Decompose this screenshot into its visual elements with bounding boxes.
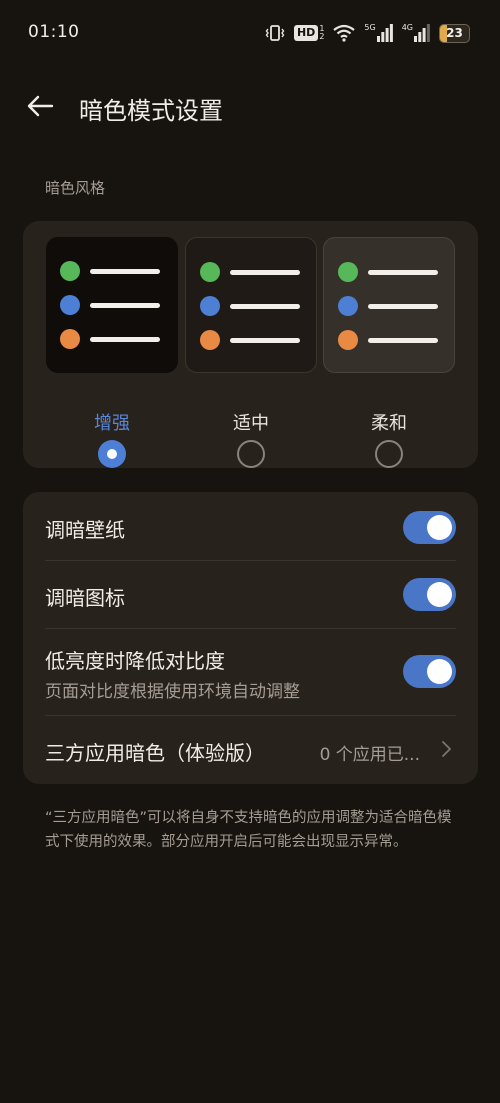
- style-option-label: 柔和: [371, 413, 407, 434]
- preview-dot: [338, 262, 358, 282]
- vibrate-icon: [265, 24, 285, 42]
- preview-bar: [90, 336, 160, 342]
- preview-dot: [60, 329, 80, 349]
- battery-icon: 23: [439, 23, 470, 43]
- dim-wallpaper-toggle[interactable]: [403, 511, 456, 544]
- setting-subtitle: 页面对比度根据使用环境自动调整: [45, 682, 300, 702]
- setting-title: 调暗壁纸: [45, 518, 125, 542]
- style-option-enhanced[interactable]: 增强: [46, 237, 178, 468]
- preview-dot: [338, 330, 358, 350]
- preview-dot: [200, 296, 220, 316]
- section-label-dark-style: 暗色风格: [45, 179, 106, 197]
- preview-row: [338, 262, 438, 282]
- arrow-left-icon: [27, 95, 54, 117]
- style-option-label: 适中: [233, 413, 269, 434]
- third-party-app-count: 0 个应用已...: [319, 745, 420, 765]
- preview-bar: [90, 268, 160, 274]
- signal-4g-icon: 4G: [402, 23, 430, 42]
- preview-bar: [230, 337, 300, 343]
- preview-dot: [200, 262, 220, 282]
- status-time: 01:10: [28, 22, 80, 42]
- settings-card: 调暗壁纸 调暗图标 低亮度时降低对比度 页面对比度根据使用环境自动调整 三方应用…: [23, 492, 478, 784]
- setting-reduce-contrast[interactable]: 低亮度时降低对比度 页面对比度根据使用环境自动调整: [23, 629, 478, 715]
- setting-dim-icons[interactable]: 调暗图标: [23, 561, 478, 628]
- signal-5g-icon: 5G: [364, 23, 393, 42]
- preview-bar: [368, 269, 438, 275]
- style-preview-moderate[interactable]: [185, 237, 317, 373]
- status-icons: HD 1 2 5G 4G 23: [265, 22, 470, 44]
- preview-dot: [60, 261, 80, 281]
- preview-dot: [60, 295, 80, 315]
- preview-row: [338, 296, 438, 316]
- hd-voice-icon: HD 1 2: [293, 25, 324, 41]
- preview-dot: [338, 296, 358, 316]
- style-option-soft[interactable]: 柔和: [323, 237, 455, 468]
- wifi-icon: [333, 24, 356, 42]
- dark-mode-settings-screen: 01:10 HD 1 2 5G 4G 23 暗色模式设置 暗色风格 增强 适中 …: [0, 0, 500, 1103]
- status-bar: 01:10 HD 1 2 5G 4G 23: [0, 0, 500, 66]
- setting-third-party-dark[interactable]: 三方应用暗色（体验版） 0 个应用已...: [23, 716, 478, 784]
- reduce-contrast-toggle[interactable]: [403, 655, 456, 688]
- preview-bar: [230, 269, 300, 275]
- setting-dim-wallpaper[interactable]: 调暗壁纸: [23, 492, 478, 560]
- style-radio-enhanced[interactable]: [98, 440, 126, 468]
- preview-row: [60, 295, 160, 315]
- style-option-moderate[interactable]: 适中: [185, 237, 317, 468]
- dark-style-card: 增强 适中 柔和: [23, 221, 478, 468]
- preview-row: [60, 261, 160, 281]
- style-radio-moderate[interactable]: [237, 440, 265, 468]
- dim-icons-toggle[interactable]: [403, 578, 456, 611]
- setting-title: 调暗图标: [45, 586, 125, 610]
- style-preview-soft[interactable]: [323, 237, 455, 373]
- chevron-right-icon: [442, 741, 451, 757]
- preview-row: [200, 330, 300, 350]
- style-radio-soft[interactable]: [375, 440, 403, 468]
- preview-row: [200, 296, 300, 316]
- footnote: “三方应用暗色”可以将自身不支持暗色的应用调整为适合暗色模式下使用的效果。部分应…: [45, 810, 452, 850]
- preview-row: [338, 330, 438, 350]
- style-option-label: 增强: [94, 413, 130, 434]
- preview-bar: [368, 337, 438, 343]
- setting-title: 三方应用暗色（体验版）: [45, 741, 265, 765]
- preview-bar: [368, 303, 438, 309]
- setting-title: 低亮度时降低对比度: [45, 649, 225, 673]
- preview-row: [60, 329, 160, 349]
- preview-row: [200, 262, 300, 282]
- style-preview-enhanced[interactable]: [46, 237, 178, 373]
- back-button[interactable]: [24, 90, 56, 122]
- page-title: 暗色模式设置: [79, 97, 223, 125]
- preview-bar: [230, 303, 300, 309]
- preview-bar: [90, 302, 160, 308]
- preview-dot: [200, 330, 220, 350]
